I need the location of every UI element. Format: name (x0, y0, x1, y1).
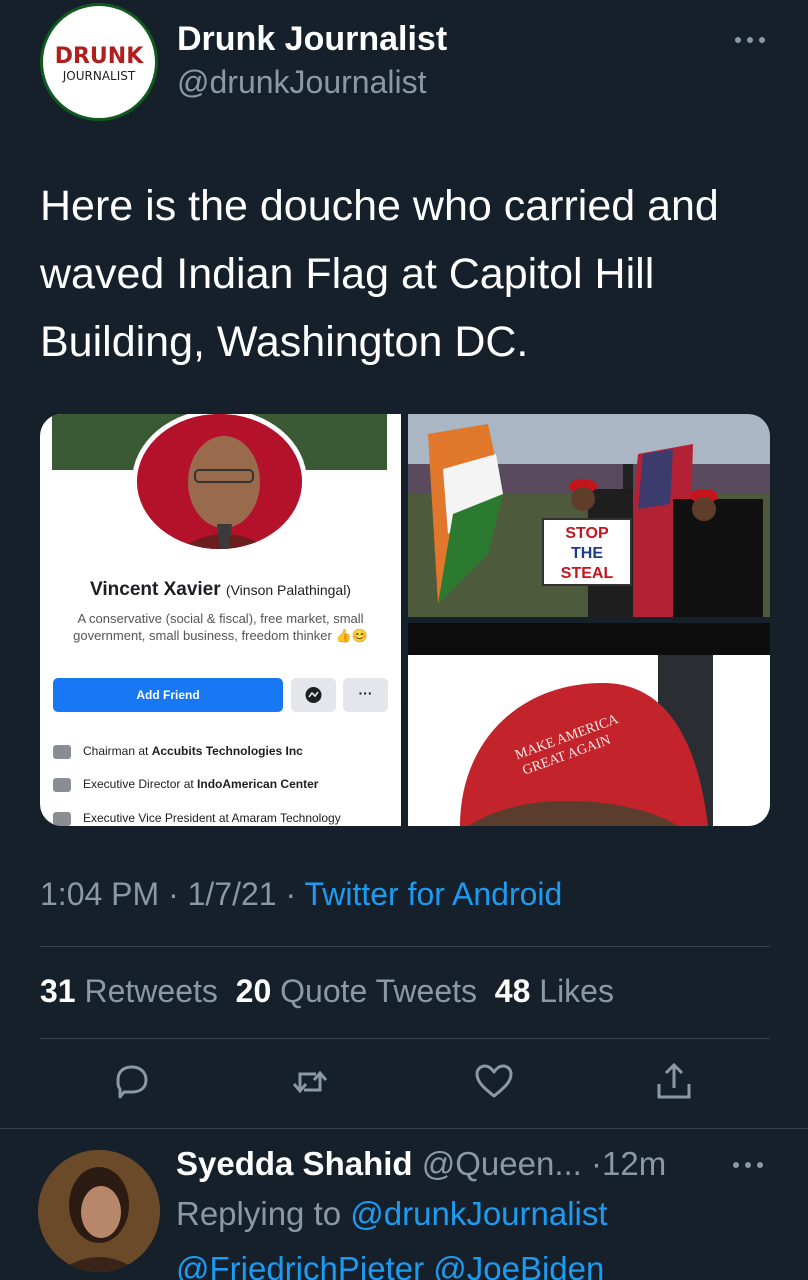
author-handle[interactable]: @drunkJournalist (177, 64, 426, 101)
dot-separator: · (285, 876, 297, 912)
dot-separator: · (168, 876, 179, 912)
tweet-media-grid[interactable]: Vincent Xavier (Vinson Palathingal) A co… (40, 414, 770, 826)
reply-icon[interactable] (110, 1060, 154, 1104)
sign-line: STOP (565, 525, 609, 542)
tweet-date: 1/7/21 (187, 876, 277, 912)
media-hat-photo[interactable]: MAKE AMERICA GREAT AGAIN (408, 623, 770, 826)
reply-header: Syedda Shahid @Queen... ·12m (176, 1145, 666, 1183)
work-org: IndoAmerican Center (197, 777, 319, 791)
avatar-logo-bottom: JOURNALIST (62, 69, 136, 83)
tweet-action-bar (40, 1060, 770, 1110)
tweet-source-link[interactable]: Twitter for Android (304, 876, 562, 912)
divider (40, 946, 770, 947)
briefcase-icon (53, 744, 71, 759)
messenger-button (291, 678, 336, 712)
replying-to-link[interactable]: @drunkJournalist (350, 1195, 607, 1232)
work-row: Chairman at Accubits Technologies Inc (53, 744, 303, 759)
tweet-separator (0, 1128, 808, 1129)
profile-name-primary: Vincent Xavier (90, 579, 221, 600)
likes-label: Likes (539, 973, 614, 1009)
profile-bio: A conservative (social & fiscal), free m… (73, 611, 368, 643)
reply-author-avatar[interactable] (38, 1150, 160, 1272)
retweets-stat[interactable]: 31 Retweets (40, 973, 218, 1009)
tweet-stats: 31 Retweets 20 Quote Tweets 48 Likes (40, 973, 614, 1010)
work-role: Executive Director at (83, 777, 198, 791)
work-org: Accubits Technologies Inc (151, 744, 303, 758)
work-row: Executive Director at IndoAmerican Cente… (53, 777, 318, 792)
divider (40, 1038, 770, 1039)
media-profile-screenshot[interactable]: Vincent Xavier (Vinson Palathingal) A co… (40, 414, 401, 826)
like-icon[interactable] (472, 1060, 516, 1104)
tweet-header: DRUNK JOURNALIST Drunk Journalist @drunk… (40, 0, 770, 125)
replying-to-label: Replying to (176, 1195, 342, 1232)
add-friend-button: Add Friend (53, 678, 283, 712)
likes-count: 48 (494, 973, 531, 1009)
quotes-count: 20 (235, 973, 272, 1009)
tweet-text: Here is the douche who carried and waved… (40, 182, 719, 366)
reply-more-options-icon[interactable] (728, 1155, 768, 1175)
reply-mentions[interactable]: @FriedrichPieter @JoeBiden (176, 1250, 604, 1280)
quotes-label: Quote Tweets (280, 973, 477, 1009)
briefcase-icon (53, 777, 71, 792)
share-icon[interactable] (652, 1060, 696, 1104)
author-avatar[interactable]: DRUNK JOURNALIST (40, 3, 158, 121)
retweets-count: 31 (40, 973, 76, 1009)
retweets-label: Retweets (84, 973, 218, 1009)
profile-photo (132, 414, 307, 554)
reply-time: ·12m (591, 1145, 667, 1182)
replying-to-line: Replying to @drunkJournalist (176, 1195, 608, 1233)
media-rally-photo[interactable]: STOP THE STEAL (408, 414, 770, 617)
likes-stat[interactable]: 48 Likes (495, 973, 614, 1009)
profile-name: Vincent Xavier (Vinson Palathingal) (40, 579, 401, 601)
profile-more-button: ··· (343, 678, 388, 712)
briefcase-icon (53, 811, 71, 826)
messenger-icon (305, 687, 322, 703)
sign-line: THE (571, 545, 603, 562)
profile-name-alt: (Vinson Palathingal) (225, 582, 351, 598)
work-row: Executive Vice President at Amaram Techn… (53, 811, 341, 826)
more-options-icon[interactable] (730, 20, 770, 60)
tweet-time: 1:04 PM (40, 876, 160, 912)
tweet-timestamp: 1:04 PM · 1/7/21 · Twitter for Android (40, 876, 562, 913)
work-role: Executive Vice President at Amaram Techn… (83, 811, 341, 825)
reply-handle[interactable]: @Queen... (422, 1145, 582, 1182)
sign-line: STEAL (561, 565, 614, 582)
retweet-icon[interactable] (288, 1060, 332, 1104)
avatar-logo-top: DRUNK (54, 44, 144, 69)
reply-display-name[interactable]: Syedda Shahid (176, 1145, 413, 1182)
quote-tweets-stat[interactable]: 20 Quote Tweets (236, 973, 477, 1009)
author-display-name[interactable]: Drunk Journalist (177, 20, 447, 59)
work-role: Chairman at (83, 744, 152, 758)
